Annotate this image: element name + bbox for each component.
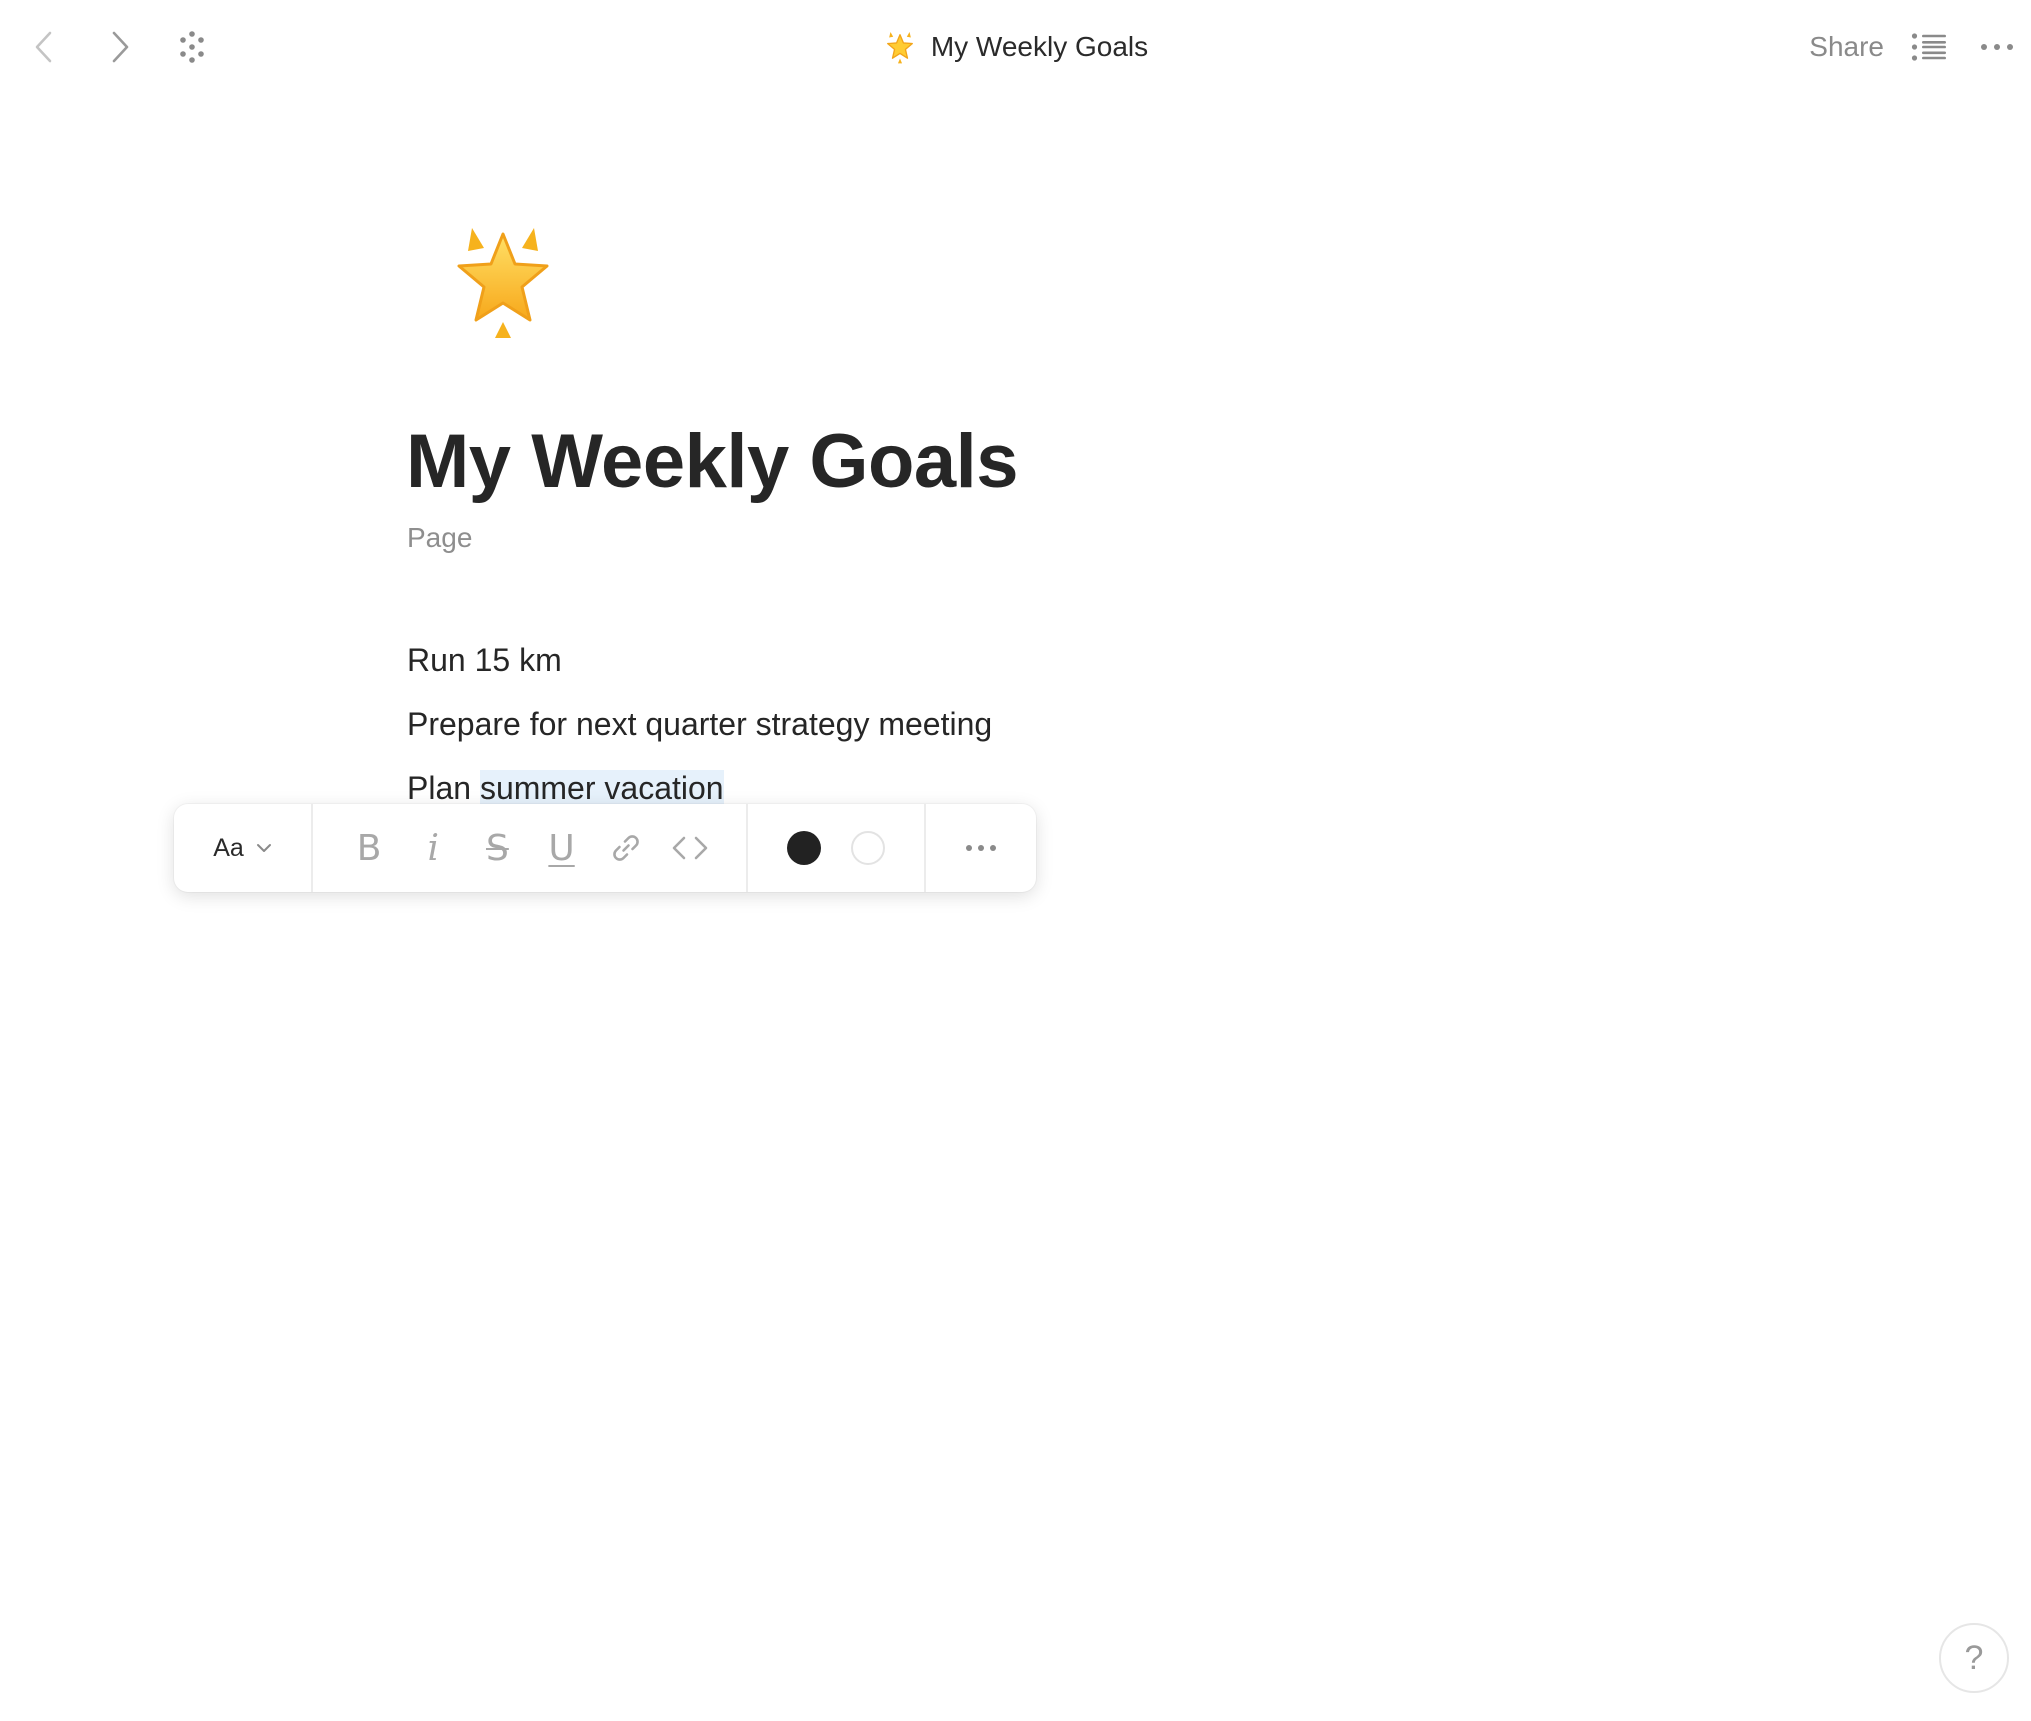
background-color-swatch[interactable]: [851, 831, 885, 865]
glowing-star-icon: [883, 30, 917, 64]
text-color-swatch[interactable]: [787, 831, 821, 865]
code-button[interactable]: [666, 820, 714, 876]
link-icon: [612, 835, 639, 861]
link-button[interactable]: [602, 820, 650, 876]
text-block-prefix: Plan: [407, 770, 480, 806]
chevron-down-icon: [256, 844, 271, 852]
ellipsis-icon: [966, 845, 996, 851]
page-title[interactable]: My Weekly Goals: [406, 418, 1019, 505]
help-button[interactable]: ?: [1939, 1623, 2009, 1693]
more-options-button[interactable]: [1971, 24, 2023, 70]
list-icon: [1911, 33, 1946, 61]
formatting-toolbar: Aa B i S U: [174, 804, 1036, 892]
page-icon[interactable]: [448, 224, 558, 338]
text-style-dropdown[interactable]: Aa: [213, 834, 272, 863]
share-button[interactable]: Share: [1809, 26, 1884, 68]
glowing-star-icon: [457, 228, 549, 338]
more-formatting-button[interactable]: [957, 820, 1005, 876]
ellipsis-icon: [1981, 44, 2013, 50]
page-type-label: Page: [407, 522, 473, 553]
text-style-label: Aa: [213, 833, 244, 862]
text-block[interactable]: Prepare for next quarter strategy meetin…: [407, 692, 1307, 756]
outline-button[interactable]: [1905, 24, 1953, 70]
text-block[interactable]: Run 15 km: [407, 628, 1307, 692]
page-body[interactable]: Run 15 km Prepare for next quarter strat…: [407, 628, 1307, 820]
underline-button[interactable]: U: [538, 820, 586, 876]
window-title-text: My Weekly Goals: [930, 31, 1149, 62]
strikethrough-button[interactable]: S: [473, 820, 521, 876]
bold-button[interactable]: B: [345, 820, 393, 876]
window-title: My Weekly Goals: [0, 24, 2031, 70]
italic-button[interactable]: i: [409, 820, 457, 876]
top-bar: My Weekly Goals Share: [0, 0, 2031, 94]
code-icon: [672, 836, 708, 860]
